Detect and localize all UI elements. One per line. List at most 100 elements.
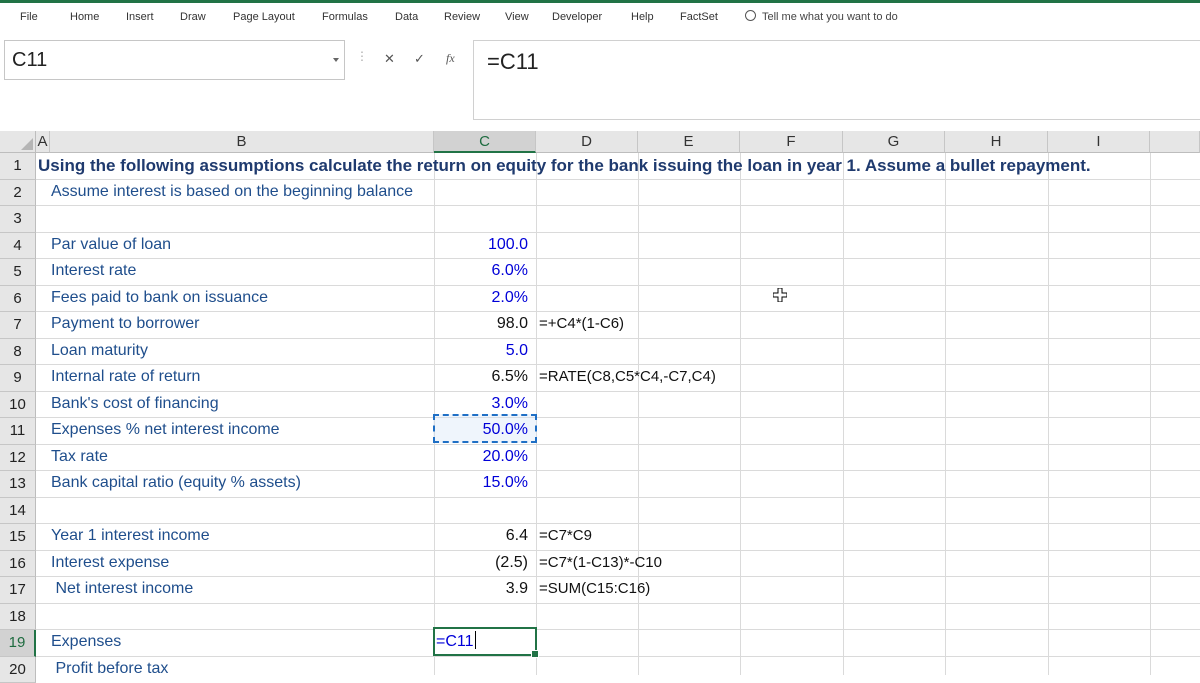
column-header-c[interactable]: C — [434, 131, 536, 153]
row-header-16[interactable]: 16 — [0, 551, 36, 577]
tab-review[interactable]: Review — [444, 11, 480, 23]
formula-payment[interactable]: =+C4*(1-C6) — [539, 311, 624, 337]
row-header-20[interactable]: 20 — [0, 657, 36, 683]
row-header-18[interactable]: 18 — [0, 604, 36, 630]
row-header-12[interactable]: 12 — [0, 445, 36, 471]
row-header-19[interactable]: 19 — [0, 630, 36, 657]
gridline — [36, 444, 1200, 445]
formula-input[interactable]: =C11 — [473, 40, 1200, 120]
label-payment[interactable]: Payment to borrower — [51, 311, 200, 337]
label-interest-income[interactable]: Year 1 interest income — [51, 523, 210, 549]
cancel-icon[interactable]: ✕ — [384, 51, 395, 67]
tab-factset[interactable]: FactSet — [680, 11, 718, 23]
row-header-7[interactable]: 7 — [0, 312, 36, 339]
sheet-title[interactable]: Using the following assumptions calculat… — [38, 153, 1091, 180]
value-capital-ratio[interactable]: 15.0% — [483, 470, 528, 496]
label-par-value[interactable]: Par value of loan — [51, 232, 171, 258]
tell-me-label: Tell me what you want to do — [762, 11, 898, 23]
row-header-1[interactable]: 1 — [0, 153, 36, 180]
value-interest-income[interactable]: 6.4 — [506, 523, 528, 549]
value-payment[interactable]: 98.0 — [497, 311, 528, 337]
tab-formulas[interactable]: Formulas — [322, 11, 368, 23]
formula-irr[interactable]: =RATE(C8,C5*C4,-C7,C4) — [539, 364, 716, 390]
row-header-2[interactable]: 2 — [0, 180, 36, 206]
value-interest-rate[interactable]: 6.0% — [492, 258, 528, 284]
row-header-10[interactable]: 10 — [0, 392, 36, 418]
label-tax-rate[interactable]: Tax rate — [51, 444, 108, 470]
tell-me-search[interactable]: Tell me what you want to do — [745, 10, 898, 23]
label-expenses[interactable]: Expenses — [51, 629, 121, 655]
label-irr[interactable]: Internal rate of return — [51, 364, 200, 390]
row-header-5[interactable]: 5 — [0, 259, 36, 286]
gridline — [36, 338, 1200, 339]
tab-view[interactable]: View — [505, 11, 529, 23]
label-profit-before-tax[interactable]: Profit before tax — [51, 656, 168, 682]
label-cost-financing[interactable]: Bank's cost of financing — [51, 391, 219, 417]
gridline — [36, 205, 1200, 206]
value-maturity[interactable]: 5.0 — [506, 338, 528, 364]
tab-developer[interactable]: Developer — [552, 11, 602, 23]
insert-function-icon[interactable]: fx — [446, 51, 455, 66]
row-header-15[interactable]: 15 — [0, 524, 36, 551]
column-header-h[interactable]: H — [945, 131, 1048, 153]
tab-data[interactable]: Data — [395, 11, 418, 23]
label-expenses-pct[interactable]: Expenses % net interest income — [51, 417, 280, 443]
value-tax-rate[interactable]: 20.0% — [483, 444, 528, 470]
row-header-3[interactable]: 3 — [0, 206, 36, 233]
fill-handle[interactable] — [531, 650, 539, 658]
name-box[interactable]: C11 — [4, 40, 345, 80]
value-interest-expense[interactable]: (2.5) — [495, 550, 528, 576]
column-header-f[interactable]: F — [740, 131, 843, 153]
column-header-d[interactable]: D — [536, 131, 638, 153]
value-expenses-pct[interactable]: 50.0% — [483, 417, 528, 443]
row-header-4[interactable]: 4 — [0, 233, 36, 259]
gridline — [36, 629, 1200, 630]
row-header-17[interactable]: 17 — [0, 577, 36, 604]
tab-help[interactable]: Help — [631, 11, 654, 23]
row-header-13[interactable]: 13 — [0, 471, 36, 498]
formula-interest-income[interactable]: =C7*C9 — [539, 523, 592, 549]
value-par-value[interactable]: 100.0 — [488, 232, 528, 258]
spreadsheet-grid[interactable]: A B C D E F G H I 1 2 3 4 5 6 7 8 9 10 1… — [0, 128, 1200, 683]
column-header-g[interactable]: G — [843, 131, 945, 153]
label-maturity[interactable]: Loan maturity — [51, 338, 148, 364]
label-interest-rate[interactable]: Interest rate — [51, 258, 136, 284]
tab-home[interactable]: Home — [70, 11, 99, 23]
value-fees[interactable]: 2.0% — [492, 285, 528, 311]
row-header-9[interactable]: 9 — [0, 365, 36, 392]
value-irr[interactable]: 6.5% — [492, 364, 528, 390]
column-header-a[interactable]: A — [36, 131, 50, 153]
label-interest-expense[interactable]: Interest expense — [51, 550, 169, 576]
tab-insert[interactable]: Insert — [126, 11, 154, 23]
tab-page-layout[interactable]: Page Layout — [233, 11, 295, 23]
formula-interest-expense[interactable]: =C7*(1-C13)*-C10 — [539, 550, 662, 576]
active-cell-c19[interactable]: =C11 — [433, 627, 539, 658]
formula-net-interest[interactable]: =SUM(C15:C16) — [539, 576, 650, 602]
gridline — [36, 523, 1200, 524]
label-fees[interactable]: Fees paid to bank on issuance — [51, 285, 268, 311]
ribbon-tabs: File Home Insert Draw Page Layout Formul… — [0, 0, 1200, 33]
row-header-14[interactable]: 14 — [0, 498, 36, 524]
gridline — [36, 497, 1200, 498]
row-header-11[interactable]: 11 — [0, 418, 36, 445]
select-all-icon — [21, 138, 33, 150]
value-net-interest-income[interactable]: 3.9 — [506, 576, 528, 602]
enter-icon[interactable]: ✓ — [414, 51, 425, 67]
column-header-b[interactable]: B — [50, 131, 434, 153]
row-header-8[interactable]: 8 — [0, 339, 36, 365]
column-header-partial[interactable] — [1150, 131, 1200, 153]
label-capital-ratio[interactable]: Bank capital ratio (equity % assets) — [51, 470, 301, 496]
label-net-interest-income[interactable]: Net interest income — [51, 576, 193, 602]
column-header-i[interactable]: I — [1048, 131, 1150, 153]
row-header-6[interactable]: 6 — [0, 286, 36, 312]
column-header-e[interactable]: E — [638, 131, 740, 153]
sheet-title-text: Using the following assumptions calculat… — [38, 156, 1091, 175]
text-caret — [474, 631, 476, 649]
drag-handle-icon[interactable]: ⋮ — [356, 49, 368, 63]
sheet-subtitle[interactable]: Assume interest is based on the beginnin… — [51, 179, 413, 205]
chevron-down-icon[interactable] — [333, 58, 339, 62]
tab-draw[interactable]: Draw — [180, 11, 206, 23]
name-box-value: C11 — [12, 49, 48, 71]
select-all-corner[interactable] — [0, 131, 36, 153]
tab-file[interactable]: File — [20, 11, 38, 23]
